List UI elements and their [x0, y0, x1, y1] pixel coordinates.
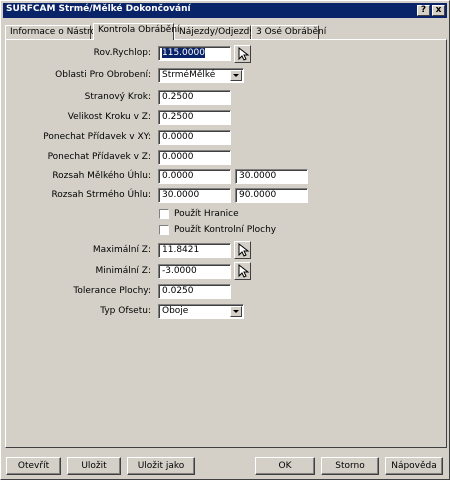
title-bar: SURFCAM Strmé/Mělké Dokončování ? x: [3, 3, 447, 18]
steep-angle-from-input[interactable]: 30.0000: [158, 188, 231, 203]
shallow-angle-to-input[interactable]: 30.0000: [235, 169, 308, 184]
stepover-label: Stranový Krok:: [84, 92, 151, 102]
ok-button[interactable]: OK: [255, 457, 315, 475]
chevron-down-icon[interactable]: [230, 70, 242, 81]
tab-approach-retract[interactable]: Nájezdy/Odjezdy: [174, 25, 255, 39]
max-z-label: Maximální Z:: [92, 245, 151, 255]
surface-tolerance-label: Tolerance Plochy:: [73, 286, 151, 296]
help-title-button[interactable]: ?: [417, 5, 430, 16]
min-z-pick-button[interactable]: [234, 262, 251, 280]
save-as-button[interactable]: Uložit jako: [127, 457, 195, 475]
cursor-pick-icon: [238, 46, 250, 61]
use-check-surfaces-label: Použít Kontrolní Plochy: [174, 225, 277, 235]
save-button[interactable]: Uložit: [67, 457, 121, 475]
min-z-input[interactable]: -3.0000: [158, 264, 231, 279]
max-z-pick-button[interactable]: [234, 241, 251, 259]
steep-angle-to-input[interactable]: 90.0000: [235, 188, 308, 203]
close-button[interactable]: x: [432, 5, 445, 16]
shallow-angle-from-input[interactable]: 0.0000: [158, 169, 231, 184]
offset-type-label: Typ Ofsetu:: [100, 306, 151, 316]
steep-angle-label: Rozsah Strmého Úhlu:: [51, 190, 151, 200]
rapid-plane-pick-button[interactable]: [234, 45, 251, 63]
cursor-pick-icon: [238, 242, 250, 257]
shallow-angle-label: Rozsah Mělkého Úhlu:: [52, 171, 151, 181]
cancel-button[interactable]: Storno: [321, 457, 379, 475]
use-boundaries-checkbox[interactable]: [159, 209, 169, 219]
z-step-label: Velikost Kroku v Z:: [67, 112, 151, 122]
stock-xy-input[interactable]: 0.0000: [158, 130, 231, 145]
window-title: SURFCAM Strmé/Mělké Dokončování: [6, 4, 191, 14]
z-step-input[interactable]: 0.2500: [158, 110, 231, 125]
help-button[interactable]: Nápověda: [385, 457, 443, 475]
stock-z-label: Ponechat Přídavek v Z:: [47, 152, 151, 162]
stepover-input[interactable]: 0.2500: [158, 90, 231, 105]
chevron-down-icon[interactable]: [230, 306, 242, 317]
rapid-plane-label: Rov.Rychlop:: [93, 48, 151, 58]
machining-areas-label: Oblasti Pro Obrobení:: [55, 70, 151, 80]
rapid-plane-input[interactable]: 115.0000: [158, 46, 231, 61]
machining-areas-select[interactable]: StrméMělké: [158, 68, 244, 83]
use-check-surfaces-checkbox[interactable]: [159, 225, 169, 235]
tab-tool-info[interactable]: Informace o Nástroji: [5, 25, 101, 39]
surface-tolerance-input[interactable]: 0.0250: [158, 284, 231, 299]
stock-z-input[interactable]: 0.0000: [158, 150, 231, 165]
max-z-input[interactable]: 11.8421: [158, 243, 231, 258]
open-button[interactable]: Otevřít: [6, 457, 61, 475]
dialog-window: SURFCAM Strmé/Mělké Dokončování ? x Info…: [0, 0, 450, 480]
cursor-pick-icon: [238, 263, 250, 278]
tab-machining-control[interactable]: Kontrola Obrábění: [93, 23, 180, 40]
min-z-label: Minimální Z:: [95, 266, 151, 276]
offset-type-select[interactable]: Oboje: [158, 304, 244, 319]
stock-xy-label: Ponechat Přídavek v XY:: [43, 132, 151, 142]
tab-3axis[interactable]: 3 Osé Obrábění: [251, 25, 326, 39]
machining-areas-value: StrméMělké: [162, 70, 216, 80]
tab-strip: Informace o Nástroji Kontrola Obrábění N…: [5, 23, 445, 40]
use-boundaries-label: Použít Hranice: [174, 209, 239, 219]
offset-type-value: Oboje: [162, 306, 189, 316]
